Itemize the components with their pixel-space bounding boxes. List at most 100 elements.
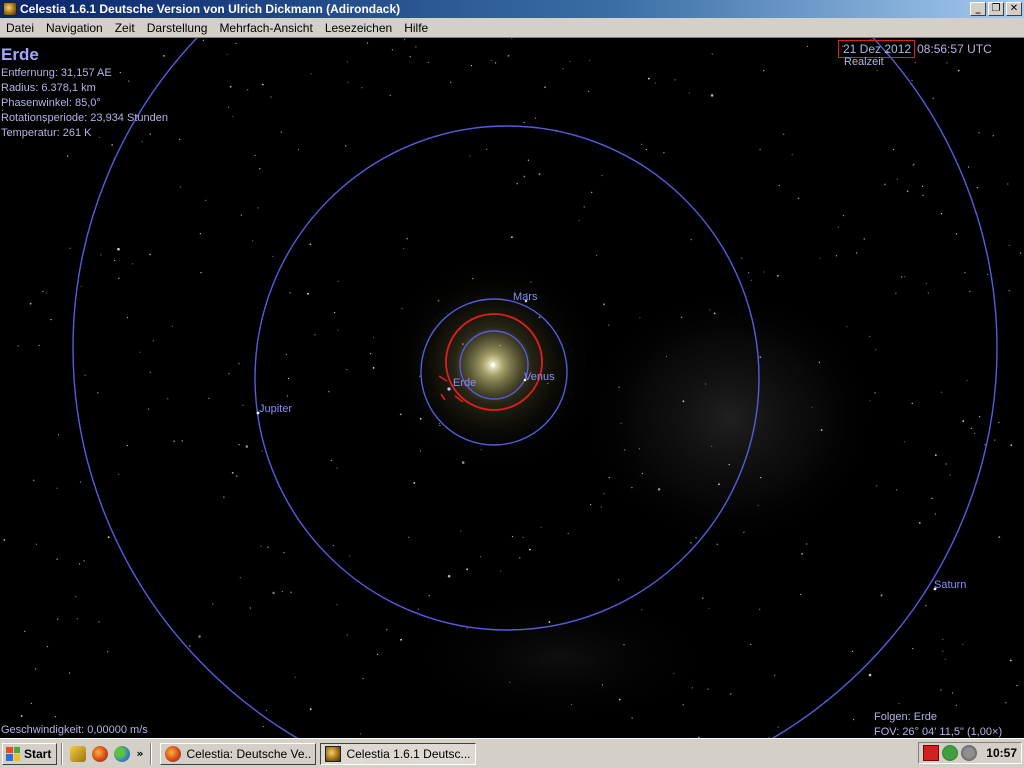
star bbox=[608, 324, 610, 326]
info-radius: Radius: 6.378,1 km bbox=[1, 82, 96, 94]
star bbox=[107, 651, 109, 653]
star bbox=[361, 87, 363, 89]
star bbox=[806, 543, 808, 545]
star bbox=[466, 568, 468, 571]
star bbox=[50, 319, 52, 321]
star bbox=[695, 536, 697, 539]
star bbox=[618, 698, 621, 701]
info-temperature: Temperatur: 261 K bbox=[1, 127, 92, 139]
solar-system-view[interactable] bbox=[0, 38, 1024, 738]
minimize-button[interactable]: _ bbox=[970, 2, 986, 16]
star bbox=[842, 215, 845, 217]
planet-label-saturn[interactable]: Saturn bbox=[934, 579, 966, 591]
star bbox=[307, 292, 309, 295]
menu-navigation[interactable]: Navigation bbox=[40, 21, 109, 35]
maximize-button[interactable]: ❐ bbox=[988, 2, 1004, 16]
star bbox=[114, 259, 116, 262]
quicklaunch-chevron[interactable]: » bbox=[136, 747, 143, 760]
star bbox=[702, 597, 704, 599]
firefox-icon[interactable] bbox=[92, 745, 109, 762]
star bbox=[674, 79, 676, 81]
star bbox=[918, 522, 921, 524]
star bbox=[188, 645, 191, 647]
planet-label-erde[interactable]: Erde bbox=[453, 377, 476, 389]
celestia-app-icon[interactable] bbox=[3, 2, 17, 16]
planet-label-venus[interactable]: Venus bbox=[524, 371, 555, 383]
star bbox=[711, 445, 713, 447]
menu-zeit[interactable]: Zeit bbox=[109, 21, 141, 35]
star bbox=[869, 400, 871, 402]
star bbox=[29, 302, 32, 305]
menu-darstellung[interactable]: Darstellung bbox=[141, 21, 214, 35]
star bbox=[408, 536, 410, 538]
menu-mehrfach-ansicht[interactable]: Mehrfach-Ansicht bbox=[213, 21, 318, 35]
star bbox=[952, 692, 954, 694]
star bbox=[511, 535, 514, 538]
window-title: Celestia 1.6.1 Deutsche Version von Ulri… bbox=[20, 2, 401, 16]
star bbox=[107, 536, 110, 539]
star bbox=[608, 477, 610, 479]
star bbox=[523, 175, 526, 178]
antivirus-icon[interactable] bbox=[923, 745, 939, 761]
star bbox=[366, 42, 369, 44]
star bbox=[347, 81, 349, 83]
star bbox=[922, 194, 924, 196]
star bbox=[57, 434, 60, 436]
star bbox=[509, 681, 511, 683]
star bbox=[777, 274, 779, 277]
star bbox=[287, 377, 290, 380]
star bbox=[757, 504, 759, 507]
space-viewport[interactable]: Mars Erde Venus Jupiter Saturn Erde Entf… bbox=[0, 38, 1024, 738]
star bbox=[750, 279, 752, 281]
star bbox=[911, 402, 913, 404]
messenger-icon[interactable] bbox=[114, 745, 131, 762]
task-button-firefox[interactable]: Celestia: Deutsche Ve... bbox=[160, 742, 317, 765]
close-button[interactable]: ✕ bbox=[1006, 2, 1022, 16]
star bbox=[254, 154, 256, 157]
star bbox=[97, 392, 99, 394]
star bbox=[79, 563, 81, 565]
star bbox=[309, 243, 312, 246]
star bbox=[708, 607, 710, 609]
star bbox=[281, 590, 283, 593]
star bbox=[267, 546, 269, 548]
menu-hilfe[interactable]: Hilfe bbox=[398, 21, 434, 35]
star bbox=[955, 233, 958, 235]
menu-lesezeichen[interactable]: Lesezeichen bbox=[319, 21, 398, 35]
task-button-celestia[interactable]: Celestia 1.6.1 Deutsc... bbox=[320, 742, 477, 765]
star bbox=[330, 459, 332, 462]
info-phase-angle: Phasenwinkel: 85,0° bbox=[1, 97, 101, 109]
star bbox=[837, 226, 839, 228]
star bbox=[100, 254, 102, 256]
star bbox=[272, 255, 274, 258]
star bbox=[811, 406, 813, 408]
star bbox=[245, 445, 249, 448]
torrent-icon[interactable] bbox=[942, 745, 958, 761]
star bbox=[529, 548, 531, 551]
star bbox=[759, 608, 761, 610]
menu-datei[interactable]: Datei bbox=[0, 21, 40, 35]
star bbox=[507, 55, 510, 57]
start-button[interactable]: Start bbox=[2, 742, 58, 765]
title-bar[interactable]: Celestia 1.6.1 Deutsche Version von Ulri… bbox=[0, 0, 1024, 18]
planet-label-jupiter[interactable]: Jupiter bbox=[259, 403, 292, 415]
star bbox=[42, 291, 44, 293]
star bbox=[962, 643, 964, 646]
star bbox=[927, 292, 929, 294]
star bbox=[202, 39, 204, 41]
star bbox=[748, 272, 750, 274]
star bbox=[427, 61, 429, 64]
network-icon[interactable] bbox=[961, 745, 977, 761]
sun[interactable] bbox=[490, 362, 496, 368]
edit-icon[interactable] bbox=[70, 745, 87, 762]
taskbar-separator bbox=[150, 742, 153, 765]
star bbox=[247, 89, 249, 91]
planet-label-mars[interactable]: Mars bbox=[513, 291, 537, 303]
speed-readout: Geschwindigkeit: 0,00000 m/s bbox=[1, 724, 148, 736]
star bbox=[309, 708, 312, 711]
star bbox=[631, 487, 633, 489]
star bbox=[310, 73, 312, 75]
star bbox=[601, 175, 603, 177]
star bbox=[1007, 183, 1009, 185]
star bbox=[360, 733, 362, 735]
